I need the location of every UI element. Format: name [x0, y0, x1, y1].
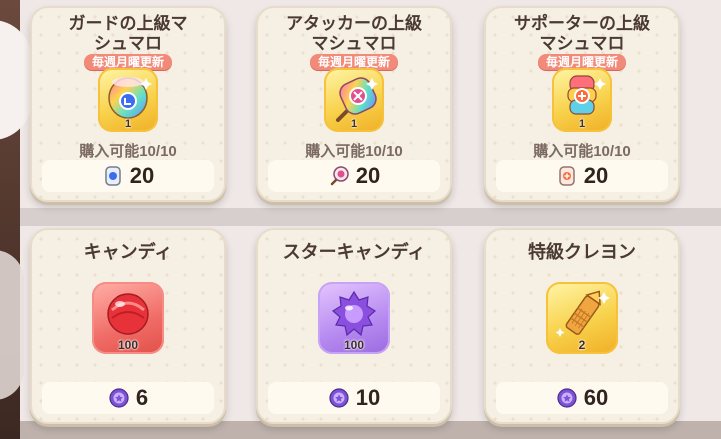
background-character-edge [0, 250, 24, 400]
background-stripe [20, 208, 721, 226]
shop-item-candy[interactable]: キャンディ 100 6 [30, 228, 226, 424]
price-value: 20 [583, 163, 609, 188]
item-title: ガードの上級マ シュマロ [32, 14, 224, 54]
price-value: 20 [129, 163, 155, 188]
item-title-line1: ガードの上級マ [68, 14, 188, 33]
item-quantity: 1 [124, 118, 132, 130]
price-value: 20 [355, 163, 381, 188]
shop-item-special-crayon[interactable]: 特級クレヨン 2 60 [484, 228, 680, 424]
shop-item-guard-marshmallow[interactable]: ガードの上級マ シュマロ 毎週月曜更新 1 購入可能10/10 20 [30, 6, 226, 202]
item-icon-frame: 1 [98, 68, 158, 132]
item-icon-frame: 100 [318, 282, 390, 354]
purchase-limit: 購入可能10/10 [305, 143, 403, 160]
purple-medal-icon [329, 388, 349, 408]
purple-medal-icon [557, 388, 577, 408]
price-value: 10 [355, 385, 381, 410]
guard-marshmallow-ticket-icon [105, 166, 121, 186]
shop-item-attacker-marshmallow[interactable]: アタッカーの上級 マシュマロ 毎週月曜更新 1 購入可能10/10 20 [256, 6, 452, 202]
item-quantity: 1 [350, 118, 358, 130]
item-icon-frame: 1 [324, 68, 384, 132]
item-icon-frame: 1 [552, 68, 612, 132]
price-button[interactable]: 10 [268, 382, 440, 414]
item-icon-frame: 2 [546, 282, 618, 354]
item-title-line2: マシュマロ [311, 34, 397, 53]
purchase-limit: 購入可能10/10 [79, 143, 177, 160]
price-value: 6 [135, 385, 149, 410]
supporter-marshmallow-ticket-icon [559, 166, 575, 186]
purchase-limit: 購入可能10/10 [533, 143, 631, 160]
item-quantity: 1 [578, 118, 586, 130]
attacker-marshmallow-ticket-icon [330, 166, 349, 186]
item-title-line1: サポーターの上級 [514, 14, 650, 33]
item-title: サポーターの上級 マシュマロ [486, 14, 678, 54]
item-quantity: 100 [117, 338, 139, 352]
price-button[interactable]: 20 [42, 160, 214, 192]
shop-item-supporter-marshmallow[interactable]: サポーターの上級 マシュマロ 毎週月曜更新 1 購入可能10/10 20 [484, 6, 680, 202]
item-title: キャンディ [83, 242, 173, 262]
purple-medal-icon [109, 388, 129, 408]
item-icon-frame: 100 [92, 282, 164, 354]
price-button[interactable]: 20 [268, 160, 440, 192]
price-button[interactable]: 6 [42, 382, 214, 414]
item-title-line2: マシュマロ [539, 34, 625, 53]
item-title: アタッカーの上級 マシュマロ [258, 14, 450, 54]
item-title: 特級クレヨン [528, 242, 636, 262]
price-button[interactable]: 20 [496, 160, 668, 192]
item-quantity: 100 [343, 338, 365, 352]
price-button[interactable]: 60 [496, 382, 668, 414]
shop-item-star-candy[interactable]: スターキャンディ 100 10 [256, 228, 452, 424]
item-title-line1: アタッカーの上級 [286, 14, 422, 33]
item-quantity: 2 [578, 338, 586, 352]
item-title: スターキャンディ [282, 242, 426, 262]
item-title-line2: シュマロ [94, 34, 162, 53]
price-value: 60 [583, 385, 609, 410]
